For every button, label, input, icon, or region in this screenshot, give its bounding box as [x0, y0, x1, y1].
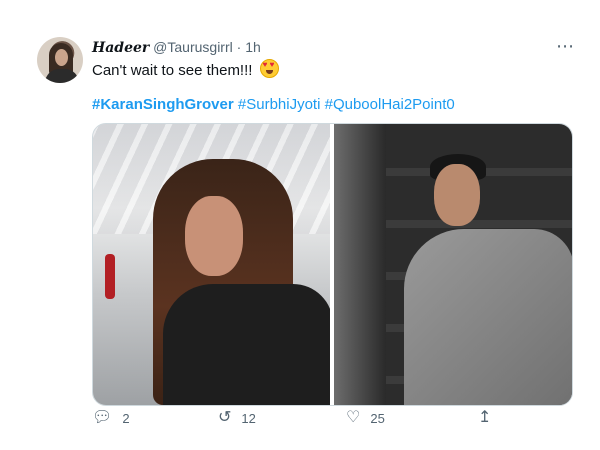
- heart-eyes-emoji-icon: [259, 59, 279, 78]
- reply-button[interactable]: 💬︎ 2: [92, 410, 130, 426]
- like-button[interactable]: ♡ 25: [346, 410, 385, 426]
- avatar[interactable]: [37, 37, 83, 83]
- tweet-header: Hadeer @Taurusgirrl · 1h: [92, 38, 261, 57]
- tweet-time[interactable]: 1h: [245, 39, 261, 55]
- tweet-text: Can't wait to see them!!!: [92, 59, 279, 81]
- like-count: 25: [370, 410, 385, 426]
- retweet-icon: ↺: [218, 409, 232, 426]
- avatar-body: [45, 69, 79, 83]
- meta-separator: ·: [236, 39, 242, 55]
- media-grid: [92, 123, 573, 406]
- avatar-face: [55, 49, 68, 66]
- share-button[interactable]: ↥: [478, 410, 491, 426]
- photo-woman-in-subway[interactable]: [93, 124, 330, 405]
- author-name[interactable]: Hadeer: [92, 40, 149, 56]
- reply-icon: 💬︎: [92, 409, 113, 426]
- reply-count: 2: [122, 410, 130, 426]
- author-handle[interactable]: @Taurusgirrl: [153, 39, 233, 55]
- heart-icon: ♡: [346, 409, 361, 426]
- photo-man-on-escalator[interactable]: [334, 124, 572, 405]
- hashtag-link[interactable]: #SurbhiJyoti: [238, 96, 321, 113]
- share-icon: ↥: [478, 409, 492, 426]
- retweet-button[interactable]: ↺ 12: [218, 410, 256, 426]
- more-options-icon[interactable]: ⋯: [556, 36, 575, 57]
- retweet-count: 12: [241, 410, 256, 426]
- tweet-actions: 💬︎ 2 ↺ 12 ♡ 25 ↥: [92, 410, 512, 430]
- hashtag-link[interactable]: #KaranSinghGrover: [92, 96, 234, 113]
- tweet-text-content: Can't wait to see them!!!: [92, 62, 253, 79]
- tweet-card[interactable]: Hadeer @Taurusgirrl · 1h ⋯ Can't wait to…: [0, 0, 600, 450]
- hashtag-link[interactable]: #QuboolHai2Point0: [325, 96, 455, 113]
- hashtag-list: #KaranSinghGrover #SurbhiJyoti #QuboolHa…: [92, 95, 455, 115]
